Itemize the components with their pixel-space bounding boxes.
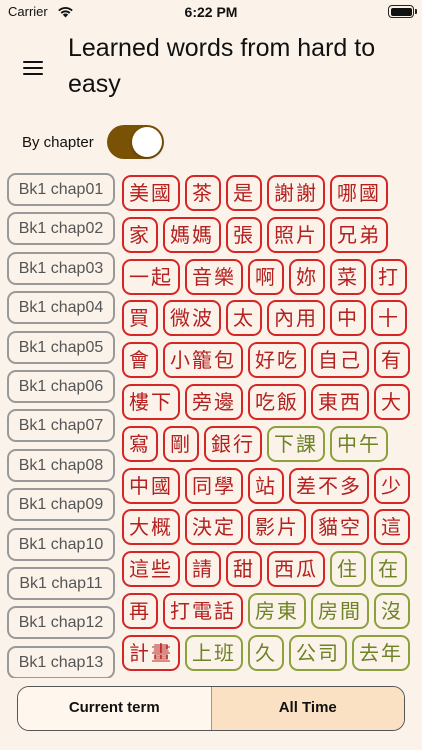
word-chip[interactable]: 房東 (248, 593, 306, 629)
chapter-button[interactable]: Bk1 chap11 (7, 567, 115, 600)
word-chip[interactable]: 買 (122, 300, 158, 337)
chapter-button[interactable]: Bk1 chap13 (7, 645, 115, 678)
toggle-knob (132, 127, 162, 157)
word-chip[interactable]: 旁邊 (185, 384, 243, 420)
word-chip[interactable]: 剛 (163, 425, 199, 462)
chapter-button[interactable]: Bk1 chap08 (7, 448, 115, 482)
word-chip[interactable]: 少 (374, 467, 410, 504)
word-chip[interactable]: 貓空 (311, 509, 369, 546)
word-chip[interactable]: 打 (371, 258, 407, 295)
word-chip[interactable]: 寫 (122, 425, 158, 462)
clock: 6:22 PM (184, 4, 238, 20)
word-chip[interactable]: 大概 (122, 509, 180, 546)
battery-icon (388, 5, 417, 18)
chapter-button[interactable]: Bk1 chap09 (7, 488, 115, 522)
chapter-button[interactable]: Bk1 chap06 (7, 370, 115, 403)
hamburger-menu-icon[interactable] (22, 58, 46, 78)
word-chip[interactable]: 甜 (226, 551, 262, 588)
period-segmented-control[interactable]: Current term All Time (17, 686, 405, 731)
word-chip[interactable]: 公司 (289, 634, 347, 671)
word-chip[interactable]: 微波 (163, 300, 221, 337)
word-chip[interactable]: 銀行 (204, 425, 262, 462)
word-chip[interactable]: 樓下 (122, 384, 180, 420)
by-chapter-label: By chapter (22, 134, 94, 151)
word-chip[interactable]: 小籠包 (163, 342, 243, 379)
word-chip[interactable]: 哪國 (330, 175, 388, 211)
word-chip[interactable]: 是 (226, 175, 262, 211)
word-chip[interactable]: 影片 (248, 509, 306, 546)
word-chip[interactable]: 再 (122, 593, 158, 629)
word-chip[interactable]: 一起 (122, 258, 180, 295)
word-chip[interactable]: 房間 (311, 593, 369, 629)
chapter-button[interactable]: Bk1 chap01 (7, 173, 115, 206)
status-bar: Carrier 6:22 PM (0, 0, 422, 24)
by-chapter-toggle[interactable] (107, 125, 164, 159)
word-chip[interactable]: 中國 (122, 467, 180, 504)
word-chip[interactable]: 沒 (374, 593, 410, 629)
word-chip[interactable]: 謝謝 (267, 175, 325, 211)
word-chip[interactable]: 上班 (185, 634, 243, 671)
word-chip[interactable]: 去年 (352, 634, 410, 671)
chapter-button[interactable]: Bk1 chap05 (7, 330, 115, 364)
word-chip[interactable]: 這些 (122, 551, 180, 588)
chapter-button[interactable]: Bk1 chap04 (7, 291, 115, 325)
word-chip[interactable]: 太 (226, 300, 262, 337)
word-chip[interactable]: 大 (374, 384, 410, 420)
word-chip[interactable]: 媽媽 (163, 216, 221, 253)
word-chip[interactable]: 這 (374, 509, 410, 546)
word-chip[interactable]: 請 (185, 551, 221, 588)
word-chip[interactable]: 同學 (185, 467, 243, 504)
word-chip[interactable]: 差不多 (289, 467, 369, 504)
word-chip[interactable]: 家 (122, 216, 158, 253)
word-chip[interactable]: 計畫 (122, 634, 180, 671)
word-chip[interactable]: 自己 (311, 342, 369, 379)
word-chip[interactable]: 站 (248, 467, 284, 504)
word-chip[interactable]: 東西 (311, 384, 369, 420)
word-chip[interactable]: 中 (330, 300, 366, 337)
page-title: Learned words from hard to easy (68, 34, 376, 98)
word-chip[interactable]: 張 (226, 216, 262, 253)
chapter-button[interactable]: Bk1 chap03 (7, 251, 115, 285)
chapter-button[interactable]: Bk1 chap02 (7, 212, 115, 246)
word-chip[interactable]: 兄弟 (330, 216, 388, 253)
word-chip[interactable]: 久 (248, 634, 284, 671)
word-chip[interactable]: 有 (374, 342, 410, 379)
word-chip[interactable]: 吃飯 (248, 384, 306, 420)
word-chip[interactable]: 十 (371, 300, 407, 337)
word-chip[interactable]: 啊 (248, 258, 284, 295)
chapter-button[interactable]: Bk1 chap10 (7, 527, 115, 561)
word-chip[interactable]: 照片 (267, 216, 325, 253)
chapter-list[interactable]: Bk1 chap01 Bk1 chap02 Bk1 chap03 Bk1 chap04… (7, 173, 117, 678)
word-grid[interactable]: 美國茶是謝謝 哪國家媽媽張照片 兄弟一起 音樂啊妳菜打買微波太內用中十會小籠包 好吃 自己… (120, 173, 422, 678)
word-chip[interactable]: 美國 (122, 175, 180, 211)
word-chip[interactable]: 茶 (185, 175, 221, 211)
word-chip[interactable]: 內用 (267, 300, 325, 337)
word-chip[interactable]: 中午 (330, 425, 388, 462)
word-chip[interactable]: 好吃 (248, 342, 306, 379)
word-chip[interactable]: 在 (371, 551, 407, 588)
segment-all-time[interactable]: All Time (211, 687, 404, 730)
chapter-button[interactable]: Bk1 chap12 (7, 606, 115, 640)
word-chip[interactable]: 打電話 (163, 593, 243, 629)
word-chip[interactable]: 會 (122, 342, 158, 379)
word-chip[interactable]: 音樂 (185, 258, 243, 295)
word-chip[interactable]: 妳 (289, 258, 325, 295)
word-chip[interactable]: 菜 (330, 258, 366, 295)
word-chip[interactable]: 住 (330, 551, 366, 588)
word-chip[interactable]: 下課 (267, 425, 325, 462)
word-chip[interactable]: 西瓜 (267, 551, 325, 588)
chapter-button[interactable]: Bk1 chap07 (7, 409, 115, 443)
segment-current-term[interactable]: Current term (18, 687, 212, 730)
word-chip[interactable]: 決定 (185, 509, 243, 546)
